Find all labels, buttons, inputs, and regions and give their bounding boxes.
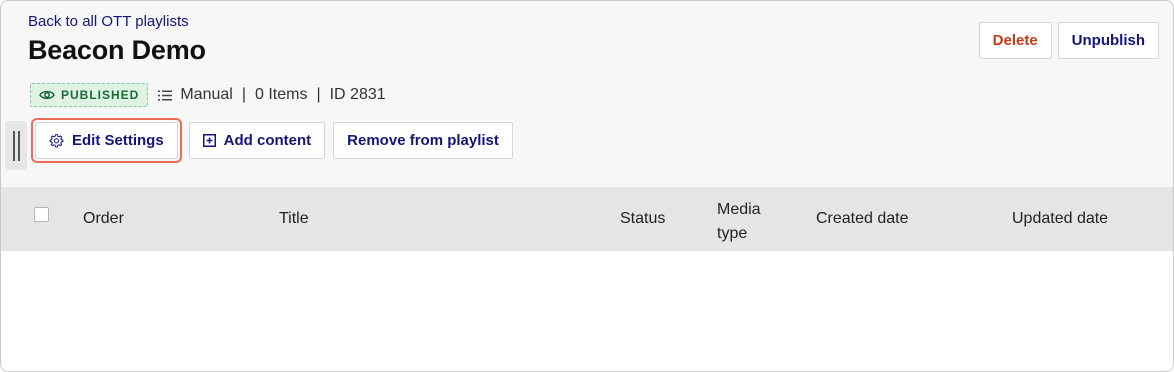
column-header-created-date[interactable]: Created date [816, 210, 909, 228]
column-header-updated-date[interactable]: Updated date [1012, 210, 1108, 228]
table-header: Order Title Status Media type Created da… [1, 187, 1173, 251]
meta-separator: | [241, 86, 246, 103]
column-header-status[interactable]: Status [620, 210, 665, 228]
status-badge: PUBLISHED [30, 83, 149, 107]
playlist-detail-page: Back to all OTT playlists Beacon Demo De… [0, 0, 1174, 372]
column-header-order[interactable]: Order [83, 210, 124, 228]
table-body [1, 251, 1173, 371]
meta-separator: | [316, 86, 321, 103]
column-header-media-type[interactable]: Media type [717, 198, 777, 246]
list-icon [158, 90, 173, 101]
plus-square-icon [202, 134, 216, 147]
delete-button[interactable]: Delete [978, 22, 1052, 59]
edit-settings-label: Edit Settings [72, 132, 164, 149]
playlist-id: ID 2831 [329, 86, 386, 103]
item-count: 0 Items [254, 86, 308, 103]
eye-icon [39, 90, 55, 100]
gear-icon [49, 134, 64, 148]
playlist-toolbar: Edit Settings Add content Remove from pl… [31, 118, 513, 163]
unpublish-button[interactable]: Unpublish [1057, 22, 1159, 59]
select-all-checkbox[interactable] [34, 207, 49, 222]
add-content-button[interactable]: Add content [188, 122, 326, 159]
remove-from-playlist-button[interactable]: Remove from playlist [333, 122, 513, 159]
playlist-mode: Manual [180, 86, 233, 103]
page-title: Beacon Demo [28, 35, 206, 65]
playlist-meta: PUBLISHED Manual | 0 Items | ID 2831 [30, 83, 386, 107]
add-content-label: Add content [223, 132, 312, 149]
drag-handle-icon[interactable] [5, 121, 27, 170]
status-badge-label: PUBLISHED [61, 88, 140, 102]
column-header-title[interactable]: Title [279, 210, 309, 228]
header-actions: Delete Unpublish [978, 22, 1159, 59]
page-header: Back to all OTT playlists Beacon Demo De… [1, 1, 1173, 187]
back-to-playlists-link[interactable]: Back to all OTT playlists [28, 13, 189, 30]
edit-settings-button[interactable]: Edit Settings [31, 118, 182, 163]
